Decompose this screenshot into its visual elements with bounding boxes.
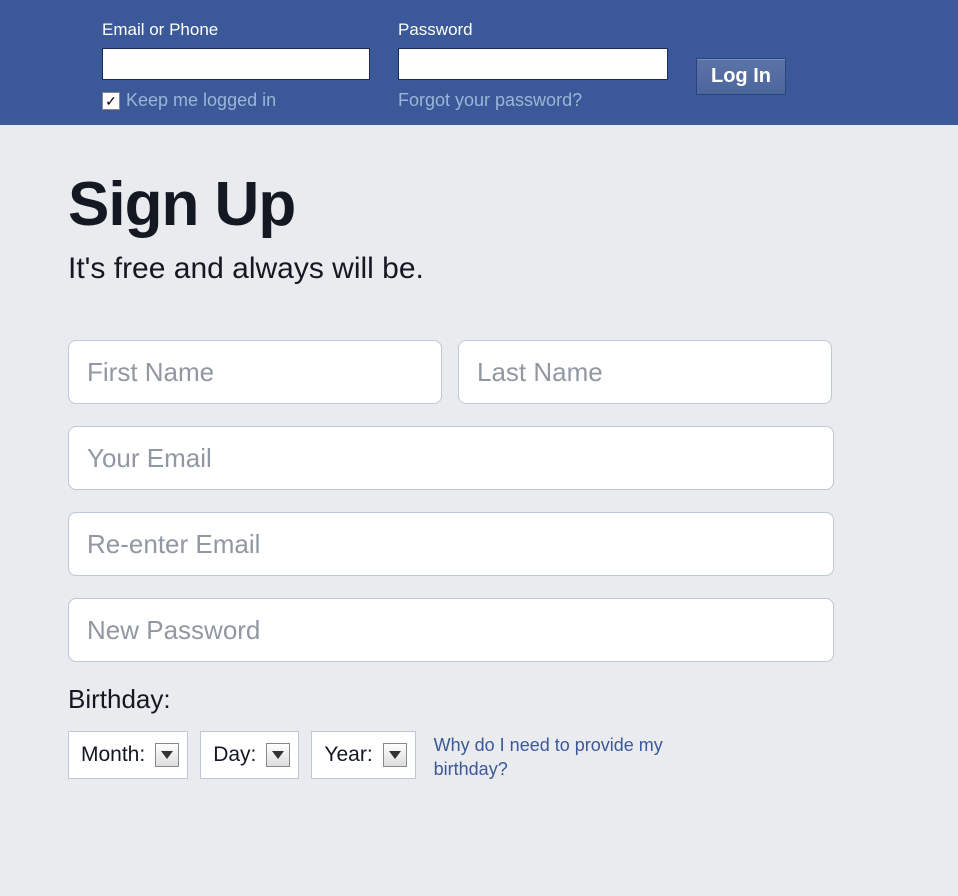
birthday-year-select[interactable]: Year: bbox=[311, 731, 415, 779]
last-name-input[interactable] bbox=[458, 340, 832, 404]
birthday-year-label: Year: bbox=[324, 743, 372, 767]
birthday-day-select[interactable]: Day: bbox=[200, 731, 299, 779]
login-button[interactable]: Log In bbox=[696, 58, 786, 95]
birthday-month-label: Month: bbox=[81, 743, 145, 767]
birthday-row: Month: Day: Year: Why do I need to provi… bbox=[68, 731, 834, 782]
birthday-day-label: Day: bbox=[213, 743, 256, 767]
signup-title: Sign Up bbox=[68, 169, 958, 240]
birthday-label: Birthday: bbox=[68, 684, 834, 715]
forgot-password-link[interactable]: Forgot your password? bbox=[398, 90, 668, 111]
login-button-column: Log In bbox=[696, 20, 786, 111]
email-signup-input[interactable] bbox=[68, 426, 834, 490]
password-login-column: Password Forgot your password? bbox=[398, 20, 668, 111]
email-login-column: Email or Phone ✓ Keep me logged in bbox=[102, 20, 370, 111]
keep-logged-in[interactable]: ✓ Keep me logged in bbox=[102, 90, 370, 111]
email-label: Email or Phone bbox=[102, 20, 370, 40]
keep-logged-label: Keep me logged in bbox=[126, 90, 276, 111]
login-header: Email or Phone ✓ Keep me logged in Passw… bbox=[0, 0, 958, 125]
keep-logged-checkbox[interactable]: ✓ bbox=[102, 92, 120, 110]
chevron-down-icon bbox=[266, 743, 290, 767]
new-password-input[interactable] bbox=[68, 598, 834, 662]
signup-form: Birthday: Month: Day: Year: Why do I nee… bbox=[68, 340, 834, 782]
birthday-help-link[interactable]: Why do I need to provide my birthday? bbox=[434, 731, 734, 782]
birthday-month-select[interactable]: Month: bbox=[68, 731, 188, 779]
signup-section: Sign Up It's free and always will be. Bi… bbox=[0, 125, 958, 782]
reenter-email-input[interactable] bbox=[68, 512, 834, 576]
password-input[interactable] bbox=[398, 48, 668, 80]
password-label: Password bbox=[398, 20, 668, 40]
chevron-down-icon bbox=[383, 743, 407, 767]
chevron-down-icon bbox=[155, 743, 179, 767]
email-input[interactable] bbox=[102, 48, 370, 80]
first-name-input[interactable] bbox=[68, 340, 442, 404]
signup-subtitle: It's free and always will be. bbox=[68, 252, 958, 286]
